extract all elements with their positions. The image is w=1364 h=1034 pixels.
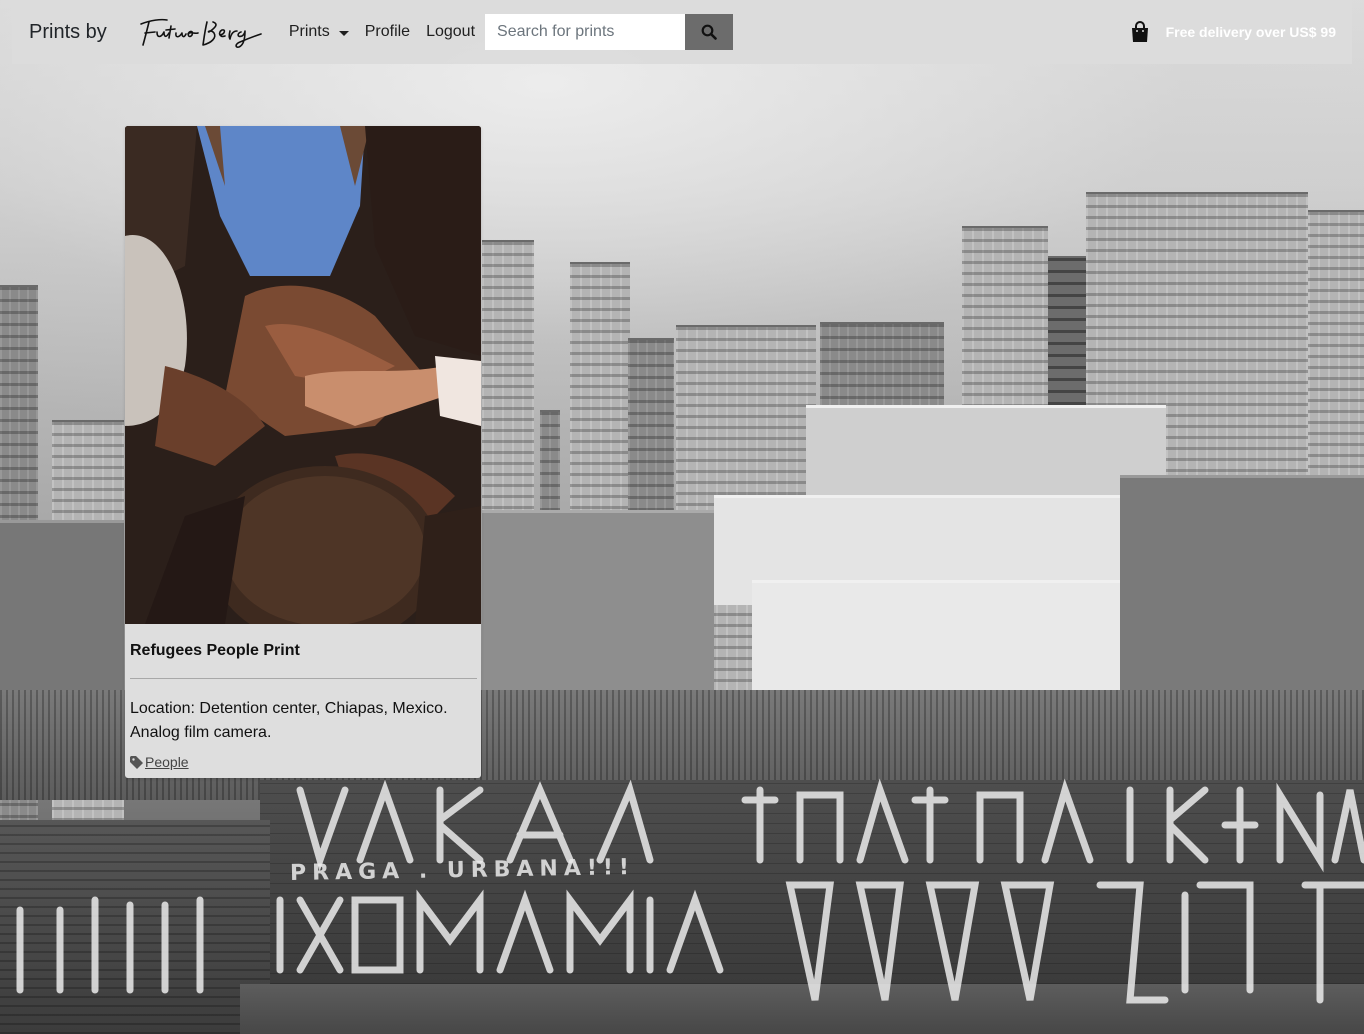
nav-logout-link[interactable]: Logout [426,23,475,41]
product-photo [125,126,481,624]
signature-logo-icon [140,18,262,48]
caret-down-icon [338,30,349,36]
product-image[interactable] [125,126,481,624]
search-input[interactable] [485,14,686,50]
search-form [485,14,734,50]
card-body: Refugees People Print Location: Detentio… [125,624,481,770]
product-description: Location: Detention center, Chiapas, Mex… [130,700,448,741]
card-divider [130,678,477,679]
free-delivery-notice: Free delivery over US$ 99 [1165,24,1336,40]
search-button[interactable] [685,14,734,50]
product-title: Refugees People Print [130,642,300,659]
tag-people-link[interactable]: People [145,754,189,770]
tag-row: People [130,754,477,770]
nav-prints-dropdown[interactable]: Prints [289,23,349,41]
top-navbar: Prints by Prints Profile Logout Search f… [12,0,1352,64]
brand-prefix: Prints by [29,20,107,43]
tag-icon [130,755,143,769]
product-card: Refugees People Print Location: Detentio… [125,126,481,778]
nav-prints-label: Prints [288,23,330,40]
shopping-bag-icon[interactable] [1130,21,1150,43]
brand-link[interactable]: Prints by [28,14,289,50]
search-icon [701,24,717,40]
nav-profile-link[interactable]: Profile [365,23,410,41]
